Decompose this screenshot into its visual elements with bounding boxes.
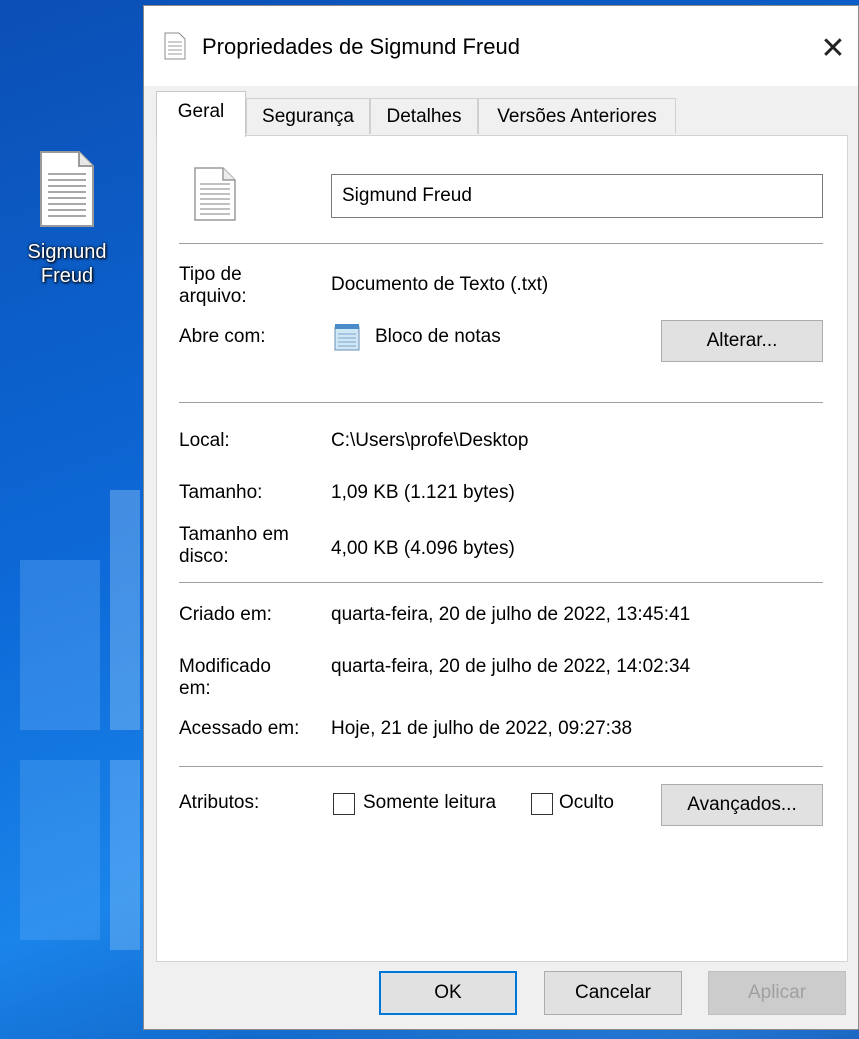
opens-with-label: Abre com:: [179, 326, 266, 347]
wallpaper-pane: [110, 490, 140, 730]
desktop-icon-label: Sigmund Freud: [12, 240, 122, 288]
attributes-label: Atributos:: [179, 792, 260, 813]
hidden-checkbox[interactable]: [531, 793, 553, 815]
separator: [179, 402, 823, 403]
tab-general[interactable]: Geral: [156, 91, 246, 137]
dialog-title: Propriedades de Sigmund Freud: [202, 34, 520, 59]
modified-label: Modificado em:: [179, 656, 271, 700]
separator: [179, 582, 823, 583]
location-value: C:\Users\profe\Desktop: [331, 430, 529, 451]
tab-details[interactable]: Detalhes: [370, 98, 478, 134]
accessed-label: Acessado em:: [179, 718, 300, 739]
properties-dialog: Propriedades de Sigmund Freud ✕ Geral Se…: [143, 5, 859, 1030]
accessed-value: Hoje, 21 de julho de 2022, 09:27:38: [331, 718, 633, 739]
title-bar[interactable]: Propriedades de Sigmund Freud ✕: [144, 6, 858, 86]
file-type-value: Documento de Texto (.txt): [331, 274, 549, 295]
size-on-disk-value: 4,00 KB (4.096 bytes): [331, 538, 515, 559]
opens-with-value: Bloco de notas: [375, 326, 501, 347]
location-label: Local:: [179, 430, 230, 451]
file-name-input[interactable]: Sigmund Freud: [331, 174, 823, 218]
file-type-label-line1: Tipo de: [179, 264, 242, 285]
size-value: 1,09 KB (1.121 bytes): [331, 482, 515, 503]
size-on-disk-label-line2: disco:: [179, 546, 229, 567]
desktop-file-icon[interactable]: Sigmund Freud: [12, 150, 122, 288]
advanced-button[interactable]: Avançados...: [661, 784, 823, 826]
file-type-label-line2: arquivo:: [179, 286, 247, 307]
wallpaper-pane: [110, 760, 140, 950]
wallpaper-pane: [20, 560, 100, 730]
readonly-label[interactable]: Somente leitura: [363, 792, 496, 814]
modified-value: quarta-feira, 20 de julho de 2022, 14:02…: [331, 656, 691, 677]
apply-button[interactable]: Aplicar: [708, 971, 846, 1015]
general-panel: Sigmund Freud Tipo de arquivo: Documento…: [156, 135, 848, 962]
created-label: Criado em:: [179, 604, 272, 625]
change-button[interactable]: Alterar...: [661, 320, 823, 362]
separator: [179, 766, 823, 767]
modified-label-line2: em:: [179, 678, 211, 699]
readonly-checkbox[interactable]: [333, 793, 355, 815]
text-file-icon: [39, 150, 95, 228]
text-file-icon: [193, 166, 237, 227]
hidden-label[interactable]: Oculto: [559, 792, 614, 814]
wallpaper-pane: [20, 760, 100, 940]
cancel-button[interactable]: Cancelar: [544, 971, 682, 1015]
desktop-icon-label-line1: Sigmund: [27, 241, 107, 263]
separator: [179, 243, 823, 244]
tab-security[interactable]: Segurança: [246, 98, 370, 134]
ok-button[interactable]: OK: [379, 971, 517, 1015]
notepad-icon: [333, 322, 361, 357]
size-on-disk-label-line1: Tamanho em: [179, 524, 289, 545]
tab-previous-versions[interactable]: Versões Anteriores: [478, 98, 676, 134]
desktop-icon-label-line2: Freud: [40, 265, 94, 287]
modified-label-line1: Modificado: [179, 656, 271, 677]
text-file-icon: [164, 32, 186, 65]
size-on-disk-label: Tamanho em disco:: [179, 524, 289, 568]
close-icon[interactable]: ✕: [808, 24, 858, 74]
created-value: quarta-feira, 20 de julho de 2022, 13:45…: [331, 604, 691, 625]
file-type-label: Tipo de arquivo:: [179, 264, 247, 308]
size-label: Tamanho:: [179, 482, 263, 503]
